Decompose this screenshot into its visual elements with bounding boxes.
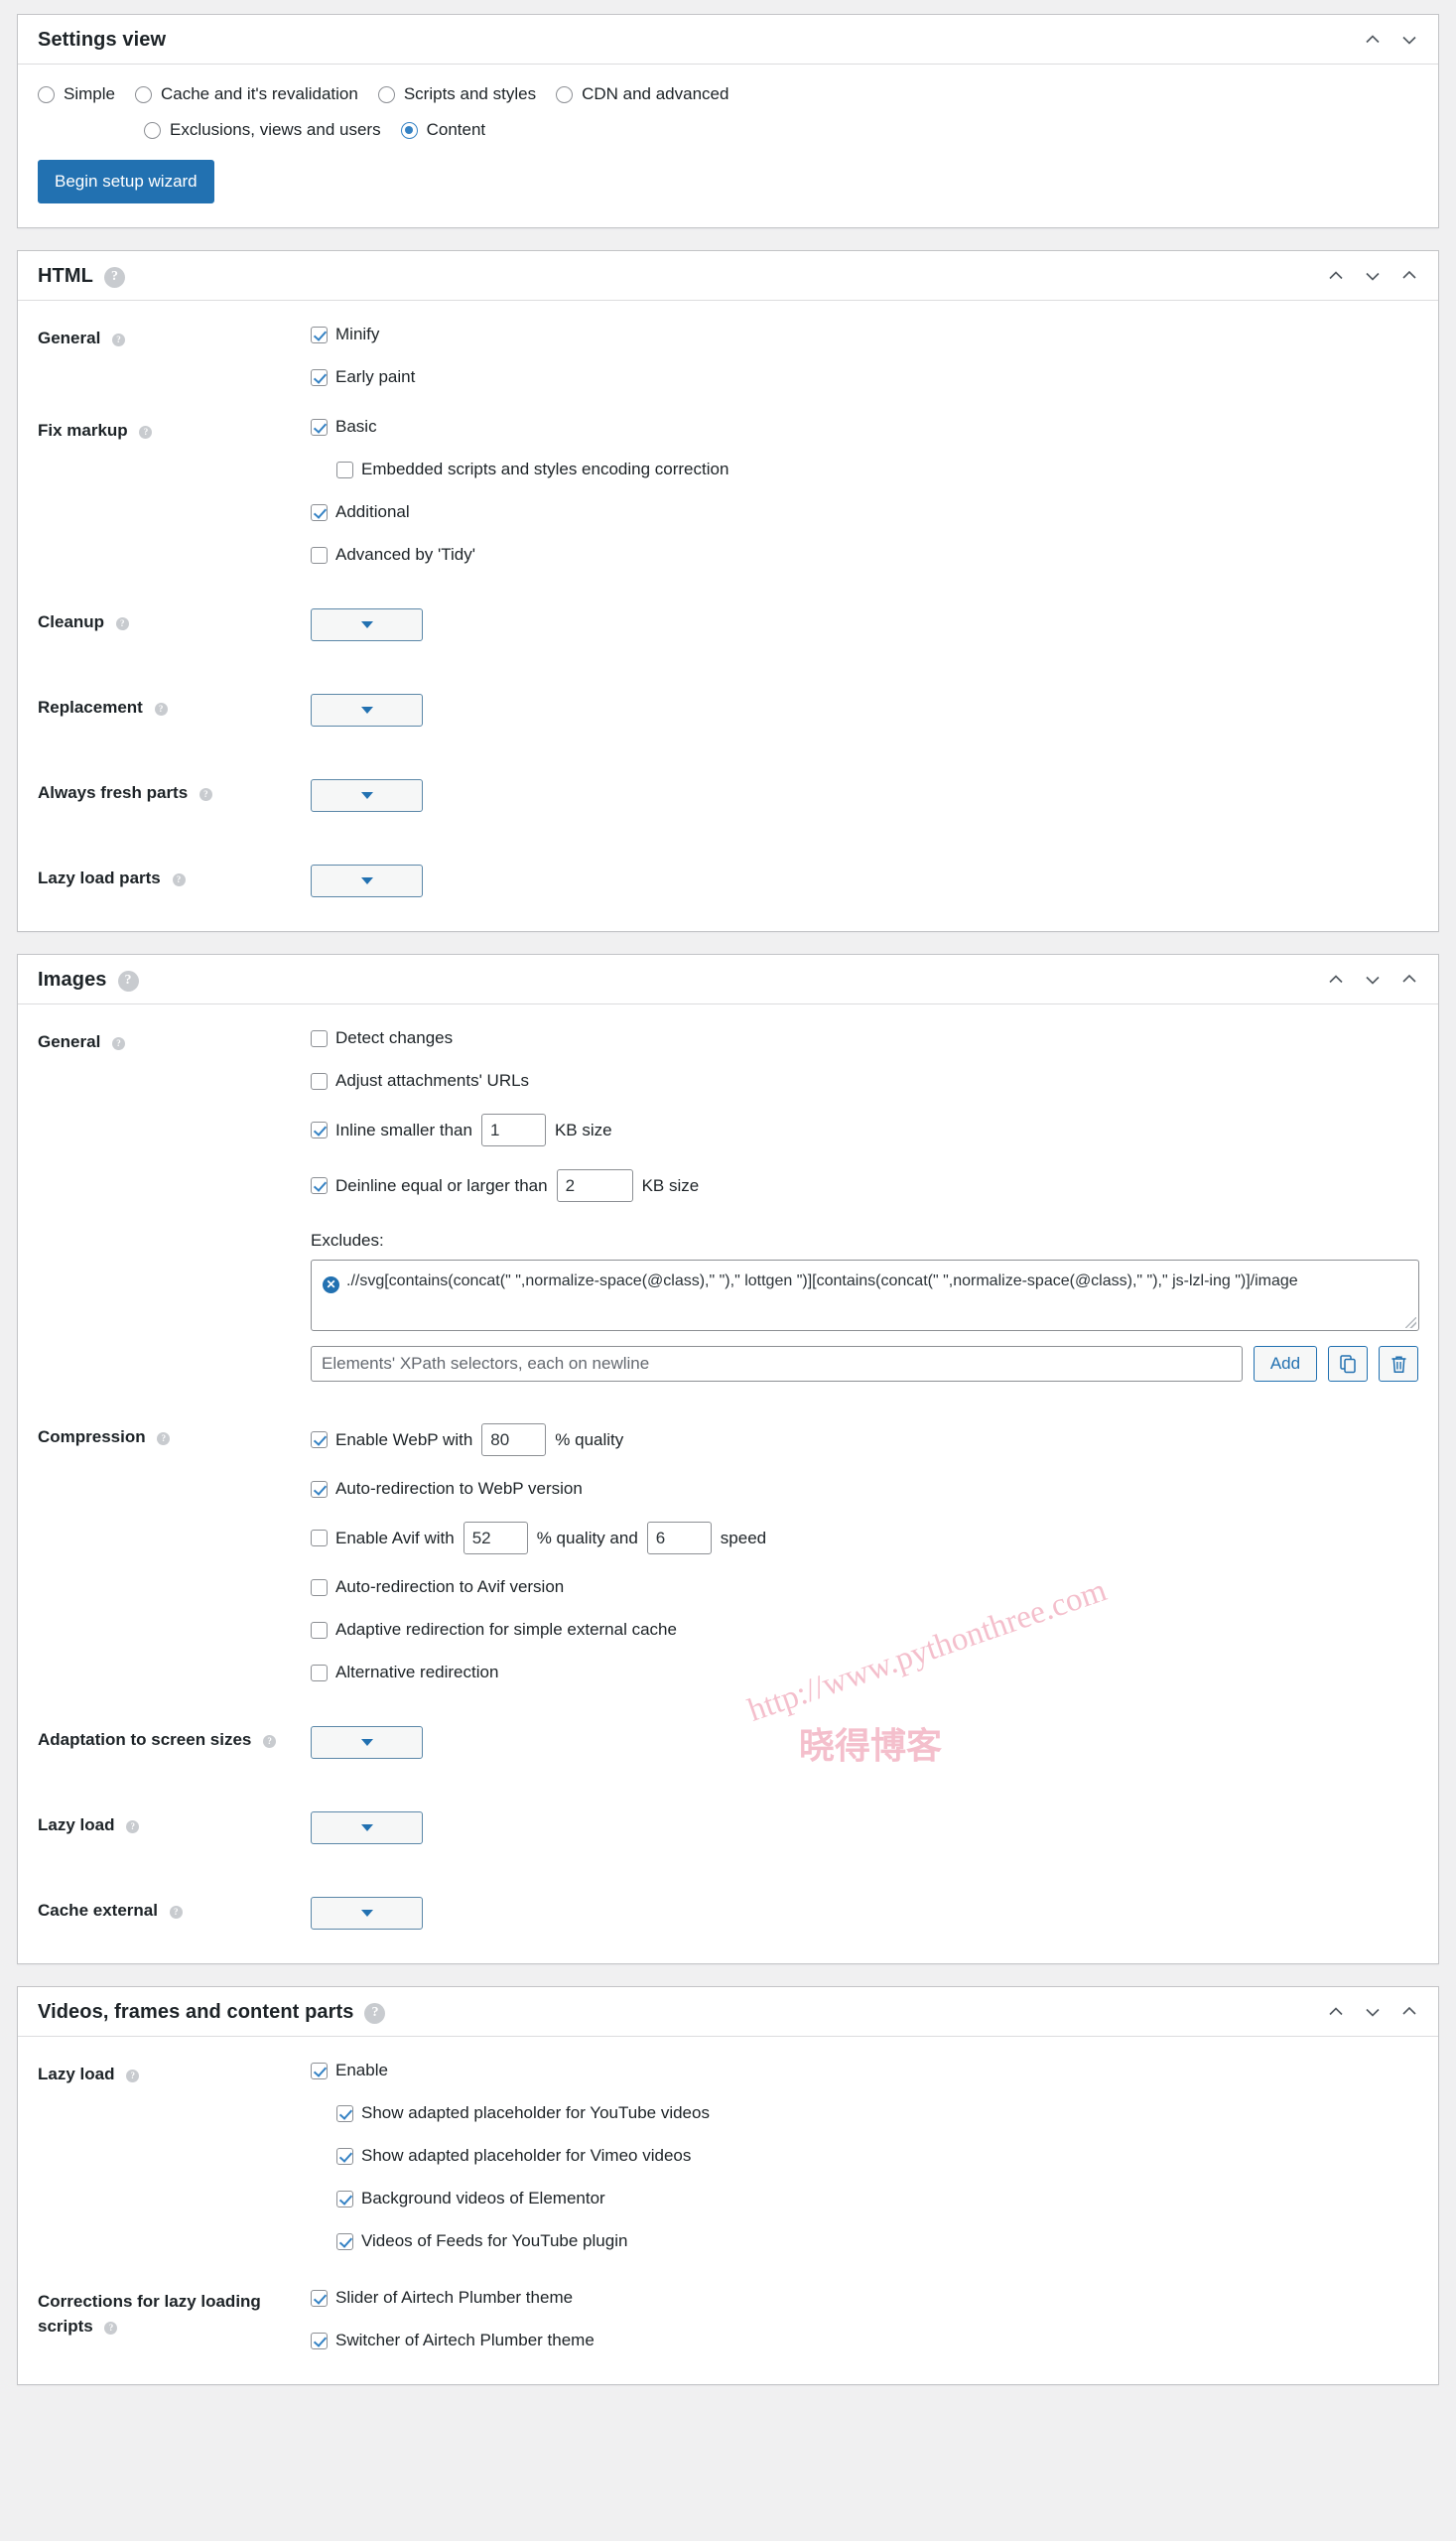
- radio-icon: [38, 85, 55, 103]
- chevron-down-icon[interactable]: [1364, 971, 1382, 989]
- feeds-youtube-plugin-checkbox[interactable]: [336, 2232, 353, 2250]
- chevron-down-icon[interactable]: [1364, 2003, 1382, 2021]
- html-panel-header-controls: [1327, 267, 1418, 285]
- watermark-text: 晓得博客: [799, 1726, 943, 1766]
- excludes-entry-text: .//svg[contains(concat(" ",normalize-spa…: [346, 1272, 1298, 1289]
- settings-view-header-controls: [1364, 31, 1418, 49]
- additional-checkbox[interactable]: [311, 503, 328, 521]
- enable-webp-checkbox[interactable]: [311, 1431, 328, 1448]
- radio-icon: [144, 121, 161, 139]
- radio-icon: [377, 85, 395, 103]
- radio-icon-selected: [400, 121, 418, 139]
- inline-smaller-than-checkbox[interactable]: [311, 1122, 328, 1138]
- radio-icon: [134, 85, 152, 103]
- advanced-tidy-checkbox[interactable]: [311, 546, 328, 564]
- html-panel-header: HTML ?: [18, 251, 1438, 301]
- basic-checkbox[interactable]: [311, 418, 328, 436]
- elementor-background-videos-checkbox[interactable]: [336, 2190, 353, 2207]
- deinline-checkbox[interactable]: [311, 1177, 328, 1194]
- images-panel-title: Images: [38, 969, 107, 991]
- remove-exclude-icon[interactable]: ✕: [323, 1275, 339, 1293]
- html-panel-title: HTML: [38, 265, 93, 287]
- help-icon[interactable]: ?: [172, 873, 186, 886]
- adjust-attachments-urls-checkbox[interactable]: [311, 1072, 328, 1090]
- minify-checkbox[interactable]: [311, 326, 328, 343]
- help-icon[interactable]: ?: [115, 617, 129, 630]
- excludes-textarea[interactable]: ✕ .//svg[contains(concat(" ",normalize-sp…: [311, 1260, 1419, 1331]
- auto-redirect-avif-checkbox[interactable]: [311, 1578, 328, 1596]
- collapse-icon[interactable]: [1400, 267, 1418, 285]
- chevron-down-icon[interactable]: [1400, 31, 1418, 49]
- images-panel-header: Images ?: [18, 955, 1438, 1004]
- enable-avif-checkbox[interactable]: [311, 1530, 328, 1546]
- videos-panel-title: Videos, frames and content parts: [38, 2001, 354, 2023]
- settings-view-title: Settings view: [38, 29, 167, 51]
- help-icon[interactable]: ?: [112, 334, 126, 346]
- chevron-down-icon[interactable]: [1364, 267, 1382, 285]
- embedded-encoding-checkbox[interactable]: [336, 461, 353, 478]
- help-icon[interactable]: ?: [117, 970, 139, 992]
- auto-redirect-webp-checkbox[interactable]: [311, 1480, 328, 1498]
- settings-view-header: Settings view: [18, 15, 1438, 65]
- chevron-up-icon[interactable]: [1364, 31, 1382, 49]
- radio-icon: [556, 85, 574, 103]
- collapse-icon[interactable]: [1400, 971, 1418, 989]
- slider-airtech-checkbox[interactable]: [311, 2289, 328, 2307]
- switcher-airtech-checkbox[interactable]: [311, 2332, 328, 2349]
- help-icon[interactable]: ?: [154, 703, 168, 716]
- help-icon[interactable]: ?: [169, 1906, 183, 1919]
- collapse-icon[interactable]: [1400, 2003, 1418, 2021]
- help-icon[interactable]: ?: [103, 266, 125, 288]
- early-paint-checkbox[interactable]: [311, 368, 328, 386]
- adaptive-redirection-checkbox[interactable]: [311, 1621, 328, 1639]
- watermark-url: http://www.pythonthree.com: [743, 1572, 1112, 1729]
- chevron-up-icon[interactable]: [1327, 971, 1345, 989]
- help-icon[interactable]: ?: [112, 1037, 126, 1050]
- help-icon[interactable]: ?: [199, 788, 212, 801]
- chevron-up-icon[interactable]: [1327, 2003, 1345, 2021]
- resize-handle[interactable]: [1405, 1317, 1416, 1328]
- chevron-up-icon[interactable]: [1327, 267, 1345, 285]
- youtube-placeholder-checkbox[interactable]: [336, 2104, 353, 2122]
- images-panel-header-controls: [1327, 971, 1418, 989]
- videos-panel-header: Videos, frames and content parts ?: [18, 1987, 1438, 2037]
- alternative-redirection-checkbox[interactable]: [311, 1664, 328, 1681]
- detect-changes-checkbox[interactable]: [311, 1029, 328, 1047]
- videos-enable-checkbox[interactable]: [311, 2062, 328, 2079]
- vimeo-placeholder-checkbox[interactable]: [336, 2147, 353, 2165]
- help-icon[interactable]: ?: [364, 2002, 386, 2024]
- videos-panel-header-controls: [1327, 2003, 1418, 2021]
